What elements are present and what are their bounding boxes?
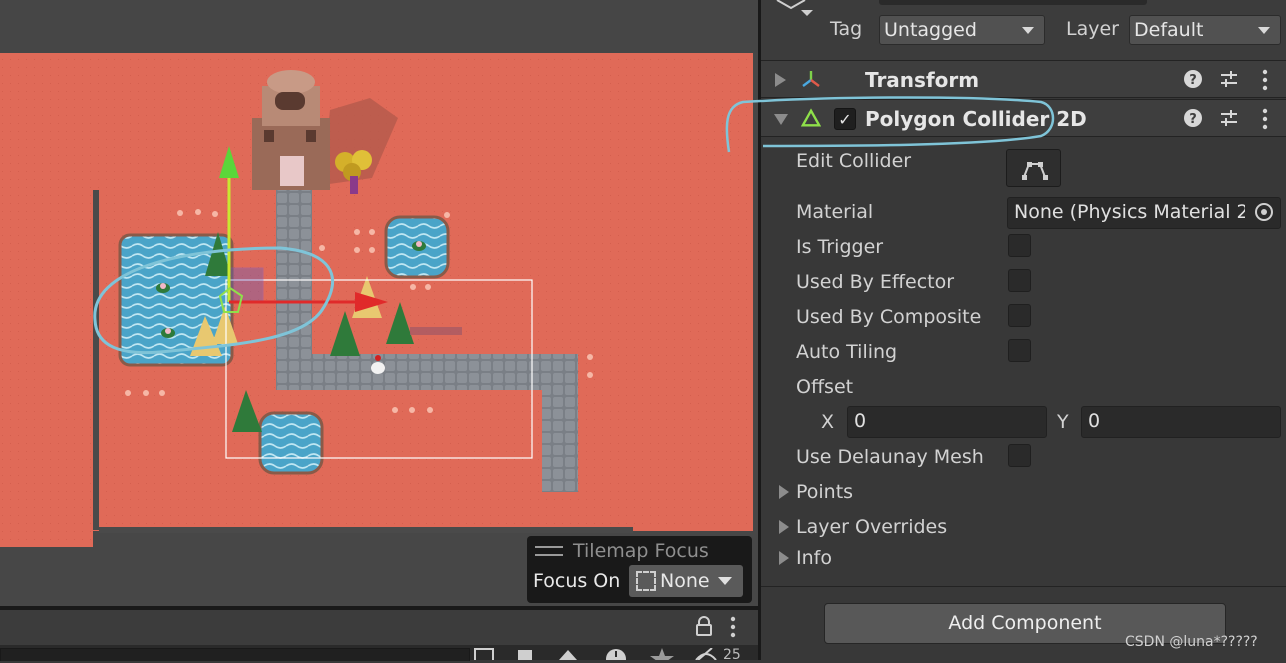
hidden-count: 25: [723, 647, 741, 663]
shadow-patch: [410, 327, 462, 335]
layer-label: Layer: [1066, 18, 1119, 40]
object-picker-icon[interactable]: [1254, 202, 1274, 222]
edit-collider-icon: [1022, 162, 1048, 180]
presets-icon[interactable]: [1219, 108, 1239, 128]
foldout-arrow-icon[interactable]: [775, 73, 786, 87]
tilemap-focus-header[interactable]: Tilemap Focus: [535, 540, 709, 562]
svg-text:?: ?: [1189, 112, 1197, 127]
star-icon[interactable]: [650, 648, 674, 660]
is-trigger-label: Is Trigger: [796, 236, 884, 258]
offset-x-value: 0: [854, 410, 867, 432]
tag-dropdown[interactable]: Untagged: [879, 15, 1045, 45]
chevron-down-icon: [717, 577, 732, 585]
pond-bottom: [258, 411, 324, 475]
offset-y-field[interactable]: 0: [1081, 406, 1281, 438]
inspector-panel: Tag Untagged Layer Default Transform ? ✓…: [725, 0, 1286, 660]
collapse-icon[interactable]: [474, 648, 494, 660]
layer-dropdown[interactable]: Default: [1129, 15, 1281, 45]
tilemap-focus-title: Tilemap Focus: [573, 540, 709, 562]
drag-handle-icon[interactable]: [535, 546, 563, 556]
focus-on-dropdown[interactable]: None: [629, 565, 743, 597]
transform-title: Transform: [865, 68, 980, 92]
focus-on-label: Focus On: [533, 570, 621, 592]
help-icon[interactable]: ?: [1183, 108, 1203, 128]
layer-value: Default: [1134, 19, 1204, 41]
offset-y-label[interactable]: Y: [1057, 411, 1069, 433]
clear-icon[interactable]: [514, 648, 536, 660]
context-menu-icon[interactable]: [1261, 108, 1269, 130]
tag-value: Untagged: [884, 19, 977, 41]
context-menu-icon[interactable]: [1261, 69, 1269, 91]
presets-icon[interactable]: [1219, 69, 1239, 89]
tag-label: Tag: [830, 18, 863, 40]
used-by-composite-label: Used By Composite: [796, 306, 982, 328]
tower-building: [252, 70, 330, 190]
tilemap-dark-edge: [93, 190, 99, 530]
use-delaunay-checkbox[interactable]: [1008, 444, 1031, 467]
used-by-effector-label: Used By Effector: [796, 271, 955, 293]
separator: [761, 586, 1286, 587]
watermark: CSDN @luna*?????: [1125, 634, 1258, 650]
points-foldout[interactable]: Points: [796, 481, 853, 503]
layer-overrides-foldout-icon[interactable]: [779, 520, 789, 534]
transform-component-header[interactable]: Transform ?: [761, 60, 1286, 98]
transform-axes-icon: [802, 71, 820, 87]
points-foldout-icon[interactable]: [779, 485, 789, 499]
used-by-composite-checkbox[interactable]: [1008, 304, 1031, 327]
focus-on-value: None: [660, 570, 710, 592]
edit-collider-button[interactable]: [1006, 149, 1061, 187]
offset-x-label[interactable]: X: [821, 411, 834, 433]
scene-canvas[interactable]: [0, 0, 758, 610]
info-foldout-icon[interactable]: [779, 551, 789, 565]
info-foldout[interactable]: Info: [796, 547, 832, 569]
used-by-effector-checkbox[interactable]: [1008, 269, 1031, 292]
tilemap-bottom-strip: [99, 527, 633, 533]
hidden-eye-icon[interactable]: [694, 648, 718, 660]
tilemap-focus-overlay: Tilemap Focus Focus On None: [527, 536, 752, 603]
chevron-down-icon: [1022, 26, 1034, 34]
warning-filter-icon[interactable]: [604, 647, 628, 660]
pond-top-right: [384, 215, 450, 279]
tilemap-ground-left: [0, 53, 93, 547]
auto-tiling-checkbox[interactable]: [1008, 339, 1031, 362]
material-label: Material: [796, 201, 874, 223]
selection-dashed-icon: [636, 571, 656, 591]
material-value: None (Physics Material 2D): [1014, 201, 1271, 223]
offset-x-field[interactable]: 0: [847, 406, 1047, 438]
offset-label: Offset: [796, 376, 854, 398]
gameobject-cube-icon[interactable]: [775, 0, 815, 20]
svg-text:?: ?: [1189, 73, 1197, 88]
error-pause-icon[interactable]: [557, 648, 579, 660]
is-trigger-checkbox[interactable]: [1008, 234, 1031, 257]
console-search-field[interactable]: [0, 648, 470, 661]
use-delaunay-label: Use Delaunay Mesh: [796, 446, 984, 468]
layer-overrides-foldout[interactable]: Layer Overrides: [796, 516, 947, 538]
material-object-field[interactable]: None (Physics Material 2D): [1007, 197, 1281, 229]
scene-view[interactable]: Tilemap Focus Focus On None: [0, 0, 758, 610]
auto-tiling-label: Auto Tiling: [796, 341, 898, 363]
edit-collider-label: Edit Collider: [796, 150, 912, 172]
help-icon[interactable]: ?: [1183, 69, 1203, 89]
static-flags-field[interactable]: [879, 0, 1147, 5]
more-options-icon[interactable]: [729, 616, 737, 638]
lock-icon[interactable]: [695, 616, 713, 636]
chevron-down-icon: [1258, 26, 1270, 34]
offset-y-value: 0: [1088, 410, 1101, 432]
